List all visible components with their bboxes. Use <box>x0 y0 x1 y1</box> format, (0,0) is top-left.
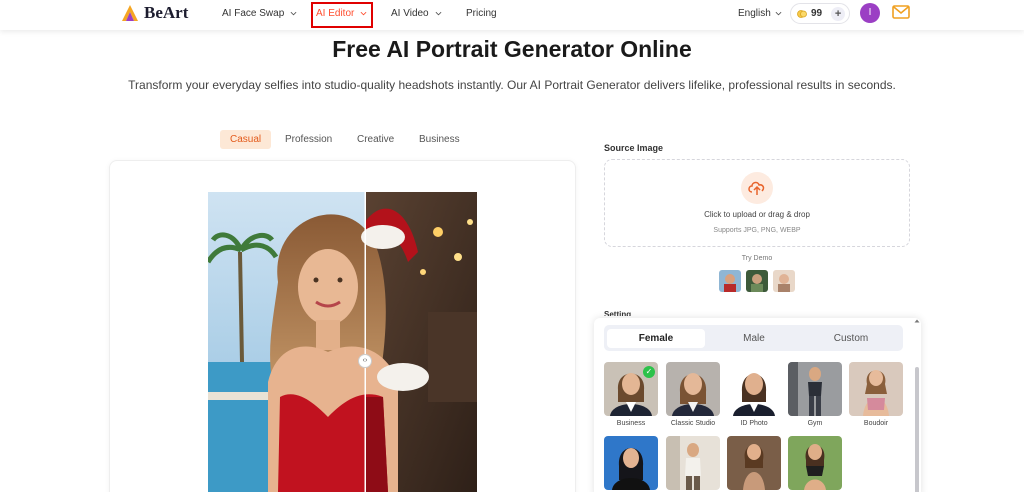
settings-label: Setting <box>604 310 632 316</box>
upload-icon-circle[interactable] <box>741 172 773 204</box>
selected-check-icon: ✓ <box>643 366 655 378</box>
before-after-comparison[interactable] <box>208 192 477 492</box>
nav-ai-video[interactable]: AI Video <box>391 8 442 19</box>
add-credits-button[interactable]: + <box>831 6 846 21</box>
preset-thumbnail-image <box>849 362 903 416</box>
preset-thumbnail-image <box>604 436 658 490</box>
upload-instructions: Click to upload or drag & drop <box>704 210 810 219</box>
preset-thumbnail-image <box>788 362 842 416</box>
tab-female[interactable]: Female <box>607 329 705 348</box>
demo-image-3[interactable] <box>773 270 795 292</box>
demo-thumbnail-image <box>719 270 741 292</box>
preset-label: Boudoir <box>863 420 889 427</box>
preset-classic-studio[interactable] <box>666 362 720 416</box>
nav-label: AI Face Swap <box>222 8 285 19</box>
nav-highlight-box <box>311 2 373 28</box>
scroll-up-icon[interactable] <box>914 318 920 324</box>
tab-casual[interactable]: Casual <box>220 130 272 149</box>
portrait-comparison-image <box>208 192 477 492</box>
settings-scrollbar[interactable] <box>915 367 919 492</box>
preset-thumbnail-image <box>727 362 781 416</box>
try-demo-label: Try Demo <box>741 255 773 262</box>
chevron-down-icon <box>290 11 297 16</box>
preset-thumbnail-image <box>666 362 720 416</box>
tab-male[interactable]: Male <box>705 329 803 348</box>
credits-pill[interactable]: 99 + <box>790 3 850 24</box>
comparison-slider-handle[interactable]: ‹› <box>358 354 372 368</box>
beart-logo[interactable]: BeArt <box>120 3 188 23</box>
preset-item[interactable] <box>666 436 720 490</box>
demo-image-2[interactable] <box>746 270 768 292</box>
nav-label: Pricing <box>466 8 497 19</box>
preset-thumbnail-image <box>727 436 781 490</box>
chevron-down-icon <box>435 11 442 16</box>
page-title: Free AI Portrait Generator Online <box>332 36 692 62</box>
tab-business[interactable]: Business <box>409 130 470 149</box>
tab-creative[interactable]: Creative <box>347 130 404 149</box>
preset-label: Business <box>616 420 646 427</box>
preset-boudoir[interactable] <box>849 362 903 416</box>
coin-icon <box>797 9 807 18</box>
preset-gym[interactable] <box>788 362 842 416</box>
preset-id-photo[interactable] <box>727 362 781 416</box>
tab-custom[interactable]: Custom <box>802 329 900 348</box>
top-navbar: BeArt AI Face Swap AI Editor AI Video Pr… <box>0 0 1024 30</box>
demo-thumbnail-image <box>746 270 768 292</box>
mail-icon[interactable] <box>892 5 910 19</box>
credits-count: 99 <box>811 8 823 19</box>
preset-thumbnail-image <box>788 436 842 490</box>
preset-item[interactable] <box>788 436 842 490</box>
language-label: English <box>738 8 771 19</box>
preset-label: Gym <box>807 420 823 427</box>
tab-profession[interactable]: Profession <box>275 130 342 149</box>
logo-text: BeArt <box>144 3 189 22</box>
user-avatar[interactable]: I <box>860 3 880 23</box>
chevron-down-icon <box>775 11 782 16</box>
nav-label: AI Video <box>391 8 429 19</box>
language-selector[interactable]: English <box>738 8 782 19</box>
preset-label: ID Photo <box>740 420 768 427</box>
upload-supported-formats: Supports JPG, PNG, WEBP <box>713 227 801 234</box>
cloud-upload-icon <box>748 181 765 195</box>
preset-thumbnail-image <box>666 436 720 490</box>
preset-item[interactable] <box>727 436 781 490</box>
nav-ai-face-swap[interactable]: AI Face Swap <box>222 8 297 19</box>
page-subtitle: Transform your everyday selfies into stu… <box>128 78 896 92</box>
preset-item[interactable] <box>604 436 658 490</box>
demo-image-1[interactable] <box>719 270 741 292</box>
source-image-label: Source Image <box>604 143 664 153</box>
demo-thumbnail-image <box>773 270 795 292</box>
beart-logo-icon <box>122 5 138 21</box>
nav-pricing[interactable]: Pricing <box>466 8 497 19</box>
preset-label: Classic Studio <box>670 420 716 427</box>
